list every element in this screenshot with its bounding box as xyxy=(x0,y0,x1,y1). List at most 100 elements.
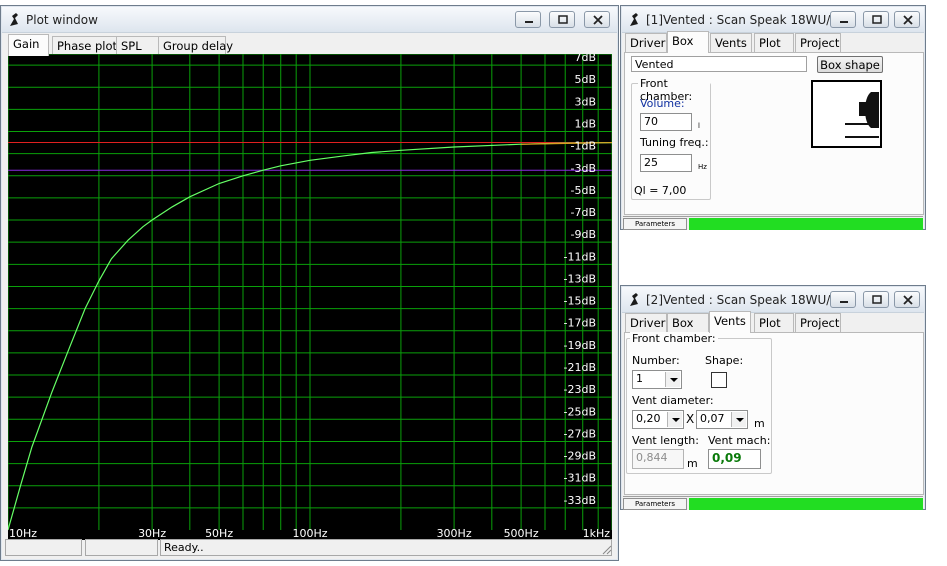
gain-plot[interactable]: 7dB 5dB 3dB 1dB -1dB -3dB -5dB -7dB -9dB -11dB -13… xyxy=(8,54,612,540)
box-tabs: Driver Box Vents Plot Project xyxy=(625,31,925,53)
plot-window: Plot window Gain Phase plot SPL Group de… xyxy=(0,5,619,561)
parameters-tab[interactable]: Parameters xyxy=(623,218,687,230)
plot-tabs: Gain Phase plot SPL Group delay xyxy=(8,34,608,56)
status-ready: Ready.. xyxy=(160,539,612,556)
y-tick-label: -7dB xyxy=(571,206,597,219)
maximize-button[interactable] xyxy=(863,291,889,308)
ql-value: Ql = 7,00 xyxy=(634,184,687,197)
maximize-button[interactable] xyxy=(549,11,575,28)
box-params-bar: Parameters xyxy=(623,216,923,230)
minimize-icon xyxy=(840,301,848,303)
box-type-field[interactable]: Vented xyxy=(631,56,807,72)
y-tick-label: -15dB xyxy=(564,295,597,308)
app-icon xyxy=(10,13,18,26)
close-icon xyxy=(903,295,913,305)
tab-plot[interactable]: Plot xyxy=(754,33,794,52)
vent-mach-value: 0,09 xyxy=(708,449,761,469)
volume-unit: l xyxy=(698,122,700,130)
chevron-down-icon[interactable] xyxy=(731,412,746,427)
number-label: Number: xyxy=(632,354,680,367)
maximize-button[interactable] xyxy=(863,11,889,28)
tuning-freq-input[interactable]: 25 xyxy=(640,154,692,172)
app-icon xyxy=(630,293,638,306)
chevron-down-icon[interactable] xyxy=(665,372,680,387)
vent-diameter-unit: m xyxy=(754,417,765,430)
y-tick-label: 7dB xyxy=(574,54,596,64)
shape-checkbox[interactable] xyxy=(711,372,727,388)
minimize-button[interactable] xyxy=(830,291,856,308)
tuning-freq-label: Tuning freq.: xyxy=(640,136,709,149)
y-tick-label: -25dB xyxy=(564,405,597,418)
shape-label: Shape: xyxy=(705,354,744,367)
tab-gain[interactable]: Gain xyxy=(8,34,49,56)
close-button[interactable] xyxy=(894,11,920,28)
y-tick-label: -33dB xyxy=(564,494,597,507)
minimize-icon xyxy=(525,21,533,23)
y-tick-label: -9dB xyxy=(571,228,597,241)
y-tick-label: -5dB xyxy=(571,184,597,197)
y-tick-label: -19dB xyxy=(564,339,597,352)
tab-box[interactable]: Box xyxy=(667,313,709,332)
vents-params-bar: Parameters xyxy=(623,496,923,510)
parameters-progress xyxy=(689,498,923,510)
plot-window-titlebar[interactable]: Plot window xyxy=(2,7,617,33)
app-icon xyxy=(630,13,638,26)
vent-length-input[interactable]: 0,844 xyxy=(632,449,684,469)
vents-window-titlebar[interactable]: [2]Vented : Scan Speak 18WU/8... xyxy=(622,287,924,313)
maximize-icon xyxy=(872,295,882,304)
volume-input[interactable]: 70 xyxy=(640,113,692,131)
tab-driver[interactable]: Driver xyxy=(625,33,667,52)
vent-diameter-a-select[interactable]: 0,20 xyxy=(632,410,684,429)
vent-length-label: Vent length: xyxy=(632,434,699,447)
tab-vents[interactable]: Vents xyxy=(709,311,751,333)
minimize-button[interactable] xyxy=(830,11,856,28)
vent-diameter-a-value: 0,20 xyxy=(636,412,661,425)
y-tick-label: -31dB xyxy=(564,472,597,485)
vent-length-unit: m xyxy=(687,457,698,470)
tab-box[interactable]: Box xyxy=(667,31,709,53)
tab-project[interactable]: Project xyxy=(795,33,841,52)
vents-front-chamber-group: Front chamber: Number: 1 Shape: Vent dia… xyxy=(626,332,772,474)
maximize-icon xyxy=(558,15,568,24)
y-tick-label: 5dB xyxy=(574,73,596,86)
parameters-tab[interactable]: Parameters xyxy=(623,498,687,510)
box-window: [1]Vented : Scan Speak 18WU/8... Driver … xyxy=(620,5,926,230)
number-select[interactable]: 1 xyxy=(632,370,682,389)
tab-plot[interactable]: Plot xyxy=(754,313,794,332)
y-tick-label: -21dB xyxy=(564,361,597,374)
close-button[interactable] xyxy=(894,291,920,308)
front-chamber-label: Front chamber: xyxy=(630,332,718,345)
tab-vents[interactable]: Vents xyxy=(710,33,752,52)
chevron-down-icon[interactable] xyxy=(667,412,682,427)
tab-phase-plot[interactable]: Phase plot xyxy=(52,36,119,55)
vents-tab-body: Front chamber: Number: 1 Shape: Vent dia… xyxy=(624,332,924,495)
minimize-button[interactable] xyxy=(515,11,541,28)
box-tab-body: Vented Box shape Front chamber: Volume: … xyxy=(624,52,924,215)
tab-spl[interactable]: SPL xyxy=(116,36,160,55)
close-icon xyxy=(903,15,913,25)
status-cell-2 xyxy=(85,539,158,556)
box-shape-button[interactable]: Box shape xyxy=(817,56,883,73)
box-window-titlebar[interactable]: [1]Vented : Scan Speak 18WU/8... xyxy=(622,7,924,33)
resize-grip-icon[interactable] xyxy=(600,543,612,555)
y-tick-label: -17dB xyxy=(564,317,597,330)
minimize-icon xyxy=(840,21,848,23)
y-tick-label: 3dB xyxy=(574,95,596,108)
box-shape-preview xyxy=(811,80,882,148)
vent-diameter-b-value: 0,07 xyxy=(700,412,725,425)
maximize-icon xyxy=(872,15,882,24)
close-button[interactable] xyxy=(584,11,610,28)
vent-diameter-b-select[interactable]: 0,07 xyxy=(696,410,748,429)
box-window-title: [1]Vented : Scan Speak 18WU/8... xyxy=(646,13,850,27)
tab-project[interactable]: Project xyxy=(795,313,841,332)
y-tick-label: -11dB xyxy=(564,250,597,263)
tuning-freq-unit: Hz xyxy=(698,163,707,171)
y-tick-label: -3dB xyxy=(571,162,597,175)
tab-group-delay[interactable]: Group delay xyxy=(158,36,233,55)
front-chamber-group: Front chamber: Volume: 70 l Tuning freq.… xyxy=(631,77,711,200)
plot-window-title: Plot window xyxy=(26,13,98,27)
vents-window: [2]Vented : Scan Speak 18WU/8... Driver … xyxy=(620,285,926,510)
tab-driver[interactable]: Driver xyxy=(625,313,667,332)
diameter-separator: X xyxy=(686,412,695,426)
y-tick-label: -1dB xyxy=(571,140,597,153)
